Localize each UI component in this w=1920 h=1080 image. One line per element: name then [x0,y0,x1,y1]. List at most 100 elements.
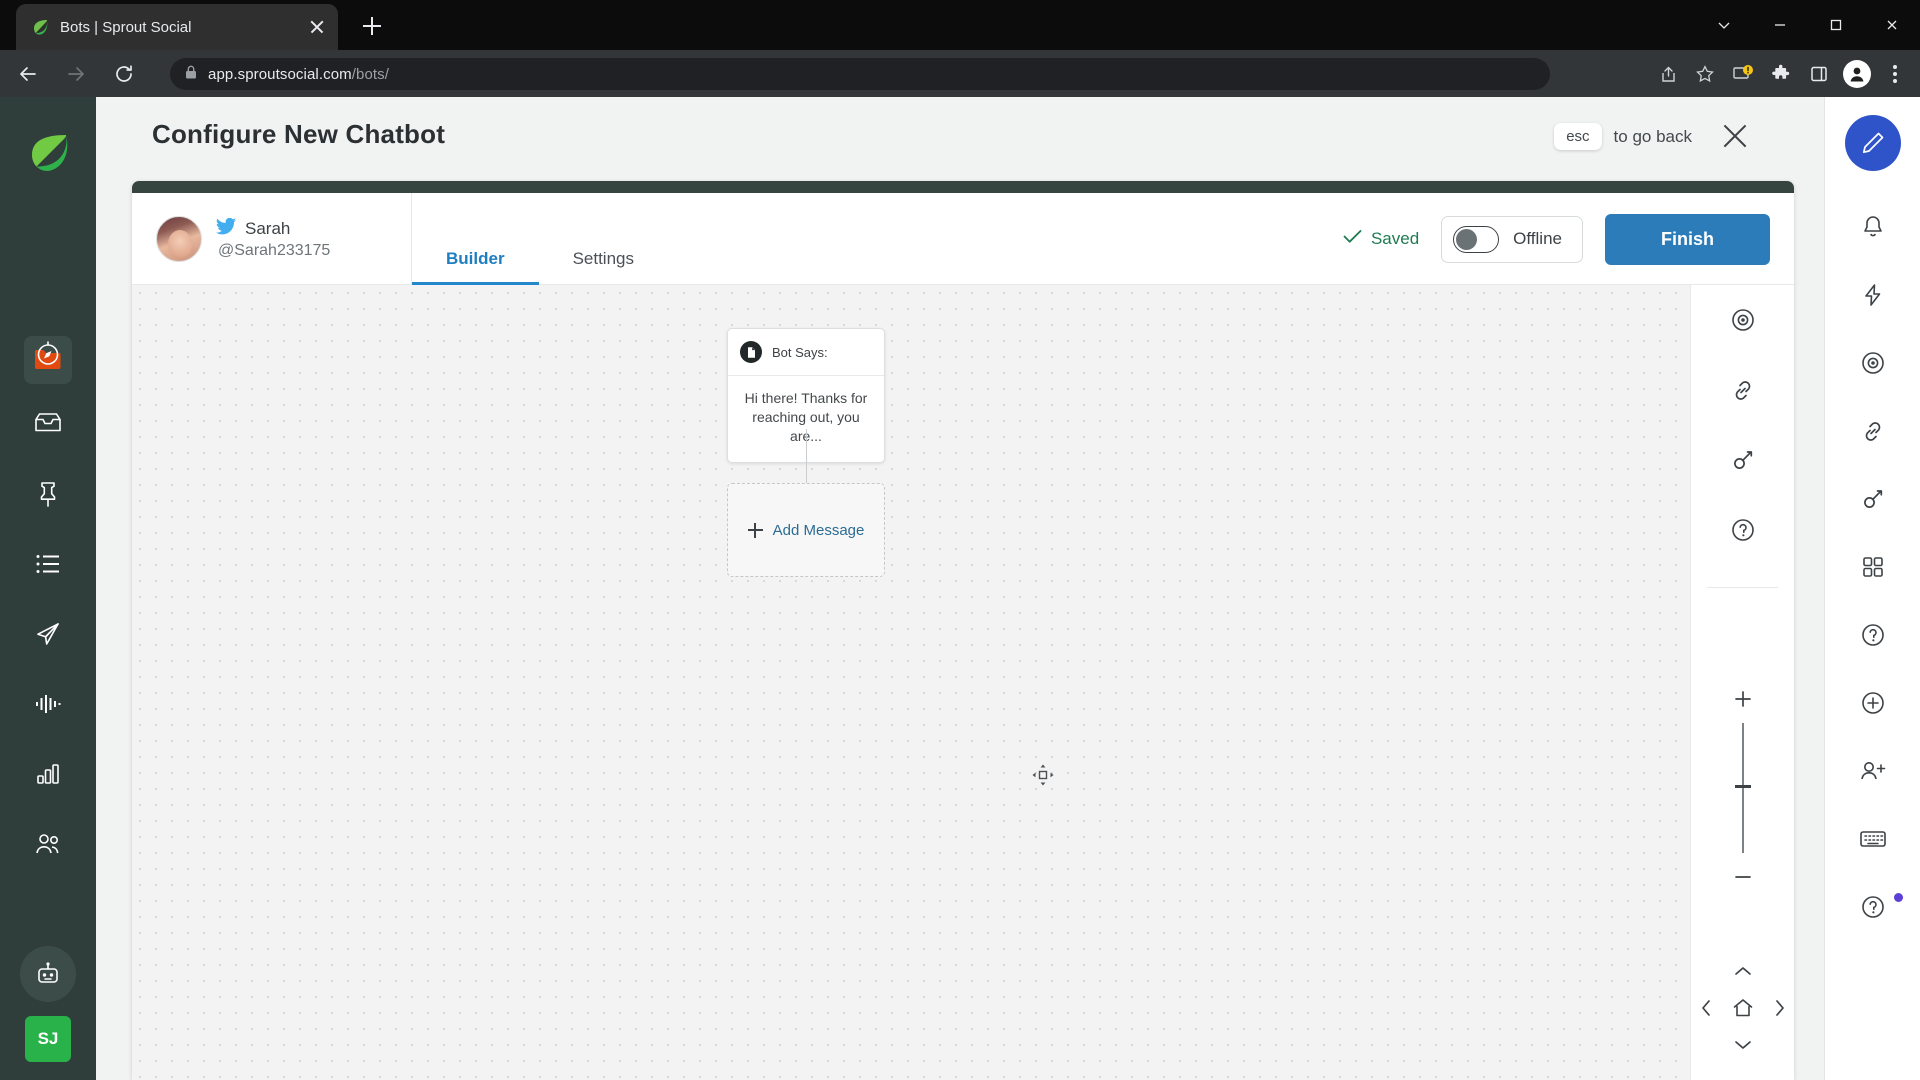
zoom-track[interactable] [1735,723,1751,853]
flow-canvas[interactable]: Bot Says: Hi there! Thanks for reaching … [132,285,1690,1080]
chevron-down-icon[interactable] [1728,1030,1758,1060]
apps-button[interactable] [1825,533,1920,601]
reload-icon[interactable] [104,54,144,94]
close-icon[interactable] [306,16,328,38]
bot-says-node-header: Bot Says: [728,329,884,376]
address-bar[interactable]: app.sproutsocial.com/bots/ [170,58,1550,90]
online-offline-toggle[interactable]: Offline [1441,215,1583,263]
monitor-button[interactable] [1825,329,1920,397]
sidebar-item-dashboard[interactable] [0,319,96,389]
address-bar-url: app.sproutsocial.com/bots/ [208,65,390,83]
sidebar-item-pinned[interactable] [0,459,96,529]
people-icon [24,820,72,868]
close-icon[interactable] [1718,119,1752,153]
profile-avatar-icon[interactable] [1838,55,1876,93]
card-accent-bar [132,181,1794,193]
chevron-right-icon[interactable] [1765,993,1794,1023]
maximize-icon[interactable] [1808,0,1864,50]
browser-tab[interactable]: Bots | Sprout Social [16,4,338,50]
esc-hint-label: to go back [1613,126,1692,146]
add-button[interactable] [1825,669,1920,737]
app-root: Bots | Sprout Social app.sproutsocial.co… [0,0,1920,1080]
link-button[interactable] [1691,355,1794,425]
sprout-leaf-logo[interactable] [26,131,70,175]
home-icon[interactable] [1728,993,1758,1023]
bot-profile[interactable]: Sarah @Sarah233175 [132,192,412,285]
update-alert-icon[interactable] [1724,55,1762,93]
preview-eye-button[interactable] [1691,285,1794,355]
browser-tab-title: Bots | Sprout Social [60,18,192,36]
support-button[interactable] [1825,873,1920,941]
key-button[interactable] [1825,465,1920,533]
builder-tabs: Builder Settings [412,193,668,286]
page-title: Configure New Chatbot [152,119,446,149]
add-message-label: Add Message [772,521,865,539]
twitter-icon [216,217,236,240]
bookmark-star-icon[interactable] [1686,55,1724,93]
sidebar-item-audience[interactable] [0,809,96,879]
chevron-left-icon[interactable] [1691,993,1721,1023]
tools-divider [1707,587,1778,588]
bar-chart-icon [24,750,72,798]
zoom-thumb[interactable] [1735,785,1751,788]
notification-dot [1894,893,1903,902]
avatar [156,215,202,262]
tab-settings[interactable]: Settings [539,249,668,285]
key-button[interactable] [1691,425,1794,495]
zoom-in-button[interactable] [1691,681,1794,717]
browser-toolbar: app.sproutsocial.com/bots/ [0,50,1920,97]
chevron-down-icon[interactable] [1696,0,1752,50]
sidebar-item-feeds[interactable] [0,529,96,599]
invite-user-button[interactable] [1825,737,1920,805]
canvas-tools-panel [1690,285,1794,1080]
avatar [1843,59,1871,88]
save-status: Saved [1343,229,1419,249]
help-button[interactable] [1691,495,1794,565]
compass-icon [24,330,72,378]
user-initials-badge[interactable]: SJ [25,1016,71,1062]
check-icon [1343,229,1362,249]
right-sidebar [1824,97,1920,1080]
window-close-icon[interactable] [1864,0,1920,50]
document-icon [740,341,762,363]
compose-pencil-icon[interactable] [1845,115,1901,171]
sidebar-item-inbox[interactable] [0,389,96,459]
notifications-button[interactable] [1825,193,1920,261]
forward-arrow-icon [56,54,96,94]
help-button[interactable] [1825,601,1920,669]
robot-icon[interactable] [20,946,76,1002]
extensions-puzzle-icon[interactable] [1762,55,1800,93]
share-icon[interactable] [1648,55,1686,93]
save-status-label: Saved [1370,229,1420,248]
left-sidebar: SJ [0,97,96,1080]
minimize-icon[interactable] [1752,0,1808,50]
sprout-leaf-icon [30,17,50,37]
esc-key-badge: esc [1554,123,1602,150]
node-connector-line [806,429,807,483]
back-arrow-icon[interactable] [8,54,48,94]
chevron-up-icon[interactable] [1728,956,1758,986]
sidebar-item-reports[interactable] [0,739,96,809]
right-sidebar-nav [1825,193,1920,941]
browser-menu-icon[interactable] [1876,55,1914,93]
new-tab-button[interactable] [355,9,389,43]
toggle-switch[interactable] [1453,225,1500,253]
link-button[interactable] [1825,397,1920,465]
bot-profile-handle: @Sarah233175 [218,241,331,259]
paper-plane-icon [24,610,72,658]
side-panel-icon[interactable] [1800,55,1838,93]
tab-builder[interactable]: Builder [412,249,539,286]
waveform-icon [24,680,72,728]
sidebar-bottom: SJ [0,946,96,1062]
zoom-out-button[interactable] [1691,859,1794,895]
page-header: Configure New Chatbot esc to go back [96,97,1824,175]
shortcuts-button[interactable] [1825,261,1920,329]
browser-titlebar: Bots | Sprout Social [0,0,1920,50]
list-icon [24,540,72,588]
add-message-button[interactable]: Add Message [727,483,885,577]
finish-button[interactable]: Finish [1605,213,1770,265]
sidebar-item-publishing[interactable] [0,599,96,669]
zoom-slider[interactable] [1691,681,1794,895]
keyboard-button[interactable] [1825,805,1920,873]
sidebar-item-listening[interactable] [0,669,96,739]
